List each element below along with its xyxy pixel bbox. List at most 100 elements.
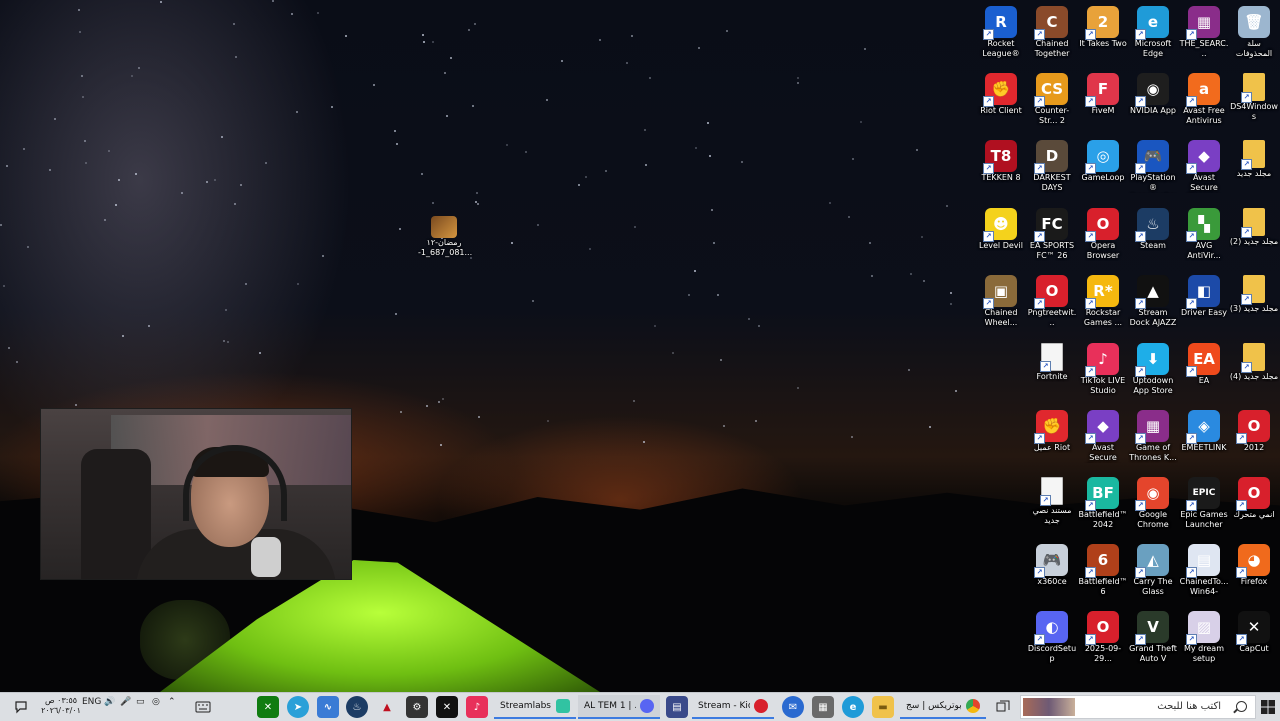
desktop-icon[interactable]: ◐ ↗ DiscordSetup	[1027, 609, 1077, 673]
desktop-icon[interactable]: ↗ Fortnite	[1027, 341, 1077, 405]
icon-glyph: ▦	[1196, 13, 1212, 31]
desktop-icon[interactable]: ▦ ↗ THE_SEARC...	[1179, 4, 1229, 68]
taskbar-search-box[interactable]: اكتب هنا للبحث	[1020, 695, 1256, 719]
volume-icon[interactable]: 🔊	[104, 697, 115, 707]
desktop-icon[interactable]: R ↗ Rocket League®	[976, 4, 1026, 68]
edge-taskbar-icon[interactable]: e	[842, 696, 864, 718]
desktop-icon[interactable]: ◎ ↗ GameLoop	[1078, 138, 1128, 202]
webcam-tray-icon[interactable]: ◎	[152, 697, 160, 707]
mail-icon[interactable]: ✉	[782, 696, 804, 718]
desktop-icon[interactable]: F ↗ FiveM	[1078, 71, 1128, 135]
desktop-icon[interactable]: O ↗ 2025-09-29...	[1078, 609, 1128, 673]
desktop-icon[interactable]: a ↗ Avast Free Antivirus	[1179, 71, 1229, 135]
taskbar-window-discord[interactable]: AL TEM 1 | ...	[578, 695, 660, 719]
shortcut-arrow-icon: ↗	[1186, 29, 1197, 40]
notification-center-icon[interactable]	[12, 696, 30, 718]
icon-glyph: ✕	[1247, 618, 1261, 636]
shortcut-arrow-icon: ↗	[1236, 634, 1247, 645]
desktop-icon[interactable]: ✊ ↗ Riot Client	[976, 71, 1026, 135]
desktop-icon[interactable]: ▦ ↗ Game of Thrones K...	[1128, 408, 1178, 472]
desktop-icon[interactable]: O ↗ Pngtreetwit...	[1027, 273, 1077, 337]
desktop-icon[interactable]: BF ↗ Battlefield™ 2042	[1078, 475, 1128, 539]
desktop-icon[interactable]: ◆↗Avast Secure Browser	[1179, 138, 1229, 202]
desktop-icon[interactable]: ◭ ↗ Carry The Glass	[1128, 542, 1178, 606]
star	[135, 173, 137, 175]
desktop-icon[interactable]: e ↗ Microsoft Edge	[1128, 4, 1178, 68]
language-indicator[interactable]: ENG	[82, 697, 101, 707]
desktop-icon[interactable]: ▣ ↗ Chained Wheel...	[976, 273, 1026, 337]
streamlabs-icon	[556, 699, 570, 713]
desktop-icon[interactable]: EPIC ↗ Epic Games Launcher	[1179, 475, 1229, 539]
task-view-icon[interactable]	[994, 696, 1012, 718]
desktop-icon[interactable]: 2 ↗ It Takes Two	[1078, 4, 1128, 68]
desktop-icon[interactable]: ◧ ↗ Driver Easy	[1179, 273, 1229, 337]
desktop-icon[interactable]: 6 ↗ Battlefield™ 6	[1078, 542, 1128, 606]
desktop-icon[interactable]: ↗ مجلد جديد (3)	[1229, 273, 1279, 337]
desktop-icon[interactable]: ◈ ↗ EMEETLINK	[1179, 408, 1229, 472]
desktop-icon[interactable]: ▨ ↗ My dream setup	[1179, 609, 1229, 673]
desktop-icon[interactable]: O ↗ Opera Browser	[1078, 206, 1128, 270]
clock-time: ٠٣:٥٥ ص	[44, 696, 78, 705]
capcut-taskbar-icon[interactable]: ✕	[436, 696, 458, 718]
taskbar-window-chrome[interactable]: بوتريكس | سج...	[900, 695, 986, 719]
desktop-icon[interactable]: V ↗ Grand Theft Auto V	[1128, 609, 1178, 673]
desktop-icon[interactable]: CS ↗ Counter-Str... 2	[1027, 71, 1077, 135]
steam-taskbar-icon[interactable]: ♨	[346, 696, 368, 718]
star	[223, 340, 225, 342]
desktop-icon[interactable]: 🎮 ↗ x360ce	[1027, 542, 1077, 606]
desktop-icon[interactable]: ▤↗ChainedTo... Win64-Ship...	[1179, 542, 1229, 606]
desktop-icon[interactable]: ↗ مجلد جديد (4)	[1229, 341, 1279, 405]
show-hidden-icons-chevron-icon[interactable]: ⌃	[168, 697, 176, 707]
desktop-icon[interactable]: FC ↗ EA SPORTS FC™ 26	[1027, 206, 1077, 270]
desktop-icon[interactable]: ↗ مجلد جديد	[1229, 138, 1279, 202]
telegram-icon[interactable]: ➤	[287, 696, 309, 718]
desktop-icon[interactable]: ♪ ↗ TikTok LIVE Studio	[1078, 341, 1128, 405]
desktop-icon[interactable]: T8 ↗ TEKKEN 8	[976, 138, 1026, 202]
desktop-icon[interactable]: ✊ ↗ عميل Riot	[1027, 408, 1077, 472]
desktop-icon[interactable]: ◕ ↗ Firefox	[1229, 542, 1279, 606]
desktop-icon[interactable]: ☻ ↗ Level Devil	[976, 206, 1026, 270]
tiktok-taskbar-icon[interactable]: ♪	[466, 696, 488, 718]
desktop-icon[interactable]: 🎮↗PlayStation® Accessories	[1128, 138, 1178, 202]
desktop-icon[interactable]: ◆↗Avast Secure Browser	[1078, 408, 1128, 472]
shortcut-arrow-icon: ↗	[1034, 634, 1045, 645]
desktop-file-ramadan-video[interactable]: رمضان-١٢ -1_687_081...	[418, 216, 472, 258]
settings-app-icon[interactable]: ⚙	[406, 696, 428, 718]
desktop-icon[interactable]: ◉ ↗ NVIDIA App	[1128, 71, 1178, 135]
star	[546, 99, 548, 101]
taskbar-window-label: Streamlabs D...	[500, 701, 552, 711]
store-icon[interactable]: ▦	[812, 696, 834, 718]
desktop-icon[interactable]: ↗ مجلد جديد (2)	[1229, 206, 1279, 270]
stream-dock-taskbar-icon[interactable]: ▲	[376, 696, 398, 718]
pen-app-icon[interactable]: ∿	[317, 696, 339, 718]
taskbar-window-streamlabs[interactable]: Streamlabs D...	[494, 695, 576, 719]
desktop-icon[interactable]: ✕ ↗ CapCut	[1229, 609, 1279, 673]
desktop-icon[interactable]: O ↗ انمي متحرك	[1229, 475, 1279, 539]
desktop-icon[interactable]: ◉ ↗ Google Chrome	[1128, 475, 1178, 539]
desktop-icon[interactable]: C ↗ Chained Together	[1027, 4, 1077, 68]
desktop-icon[interactable]: ♨ ↗ Steam	[1128, 206, 1178, 270]
desktop-icon[interactable]: D ↗ DARKEST DAYS	[1027, 138, 1077, 202]
desktop-icon[interactable]: 🗑 سلة المحذوفات	[1229, 4, 1279, 68]
taskbar-clock[interactable]: ٠٣:٥٥ ص ٢٠٢٦/٠٣/٠١	[36, 696, 86, 716]
start-button[interactable]	[1258, 696, 1278, 718]
file-explorer-icon[interactable]: ▬	[872, 696, 894, 718]
desktop-icon[interactable]: ▚ ↗ AVG AntiVir...	[1179, 206, 1229, 270]
star	[626, 62, 628, 64]
touch-keyboard-icon[interactable]	[194, 696, 212, 718]
desktop-icon[interactable]: R* ↗ Rockstar Games ...	[1078, 273, 1128, 337]
microphone-tray-icon[interactable]: 🎤	[120, 697, 131, 707]
icon-glyph: O	[1096, 215, 1110, 233]
desktop-icon[interactable]: ⬇ ↗ Uptodown App Store	[1128, 341, 1178, 405]
desktop-icon[interactable]: ▲ ↗ Stream Dock AJAZZ	[1128, 273, 1178, 337]
xbox-icon[interactable]: ✕	[257, 696, 279, 718]
desktop-icon[interactable]: O ↗ 2012	[1229, 408, 1279, 472]
shortcut-arrow-icon: ↗	[1241, 294, 1252, 305]
notepad-icon[interactable]: ▤	[666, 696, 688, 718]
taskbar-window-kick[interactable]: Stream - Kick...	[692, 695, 774, 719]
desktop-icon[interactable]: ↗ DS4Windows	[1229, 71, 1279, 135]
network-icon[interactable]: ▭	[136, 697, 145, 707]
desktop-icon[interactable]: EA ↗ EA	[1179, 341, 1229, 405]
rockstar-icon: R* ↗	[1085, 275, 1119, 309]
desktop-icon[interactable]: ↗ مستند نصي جديد	[1027, 475, 1077, 539]
